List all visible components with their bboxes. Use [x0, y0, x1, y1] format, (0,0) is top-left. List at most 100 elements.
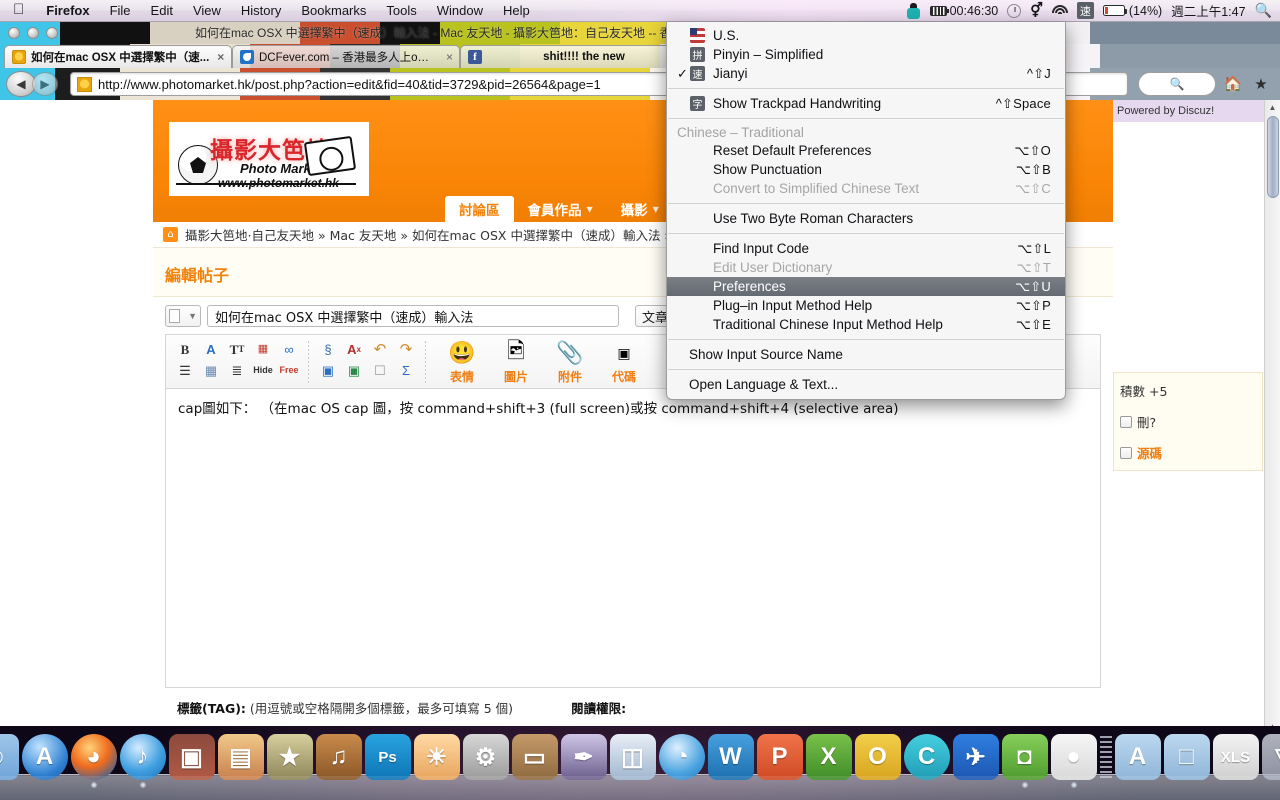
minimize-button[interactable]	[27, 27, 39, 39]
dock-icon-keynote[interactable]: ▭	[512, 734, 558, 780]
scroll-down-arrow[interactable]: ▲	[1265, 719, 1280, 726]
undo-icon[interactable]: ↶	[369, 340, 391, 359]
dock-icon-firefox[interactable]: ◕	[71, 734, 117, 780]
battery-time-status[interactable]: 00:46:30	[930, 4, 999, 18]
menu-item-pinyin-simplified[interactable]: 拼 Pinyin – Simplified	[667, 45, 1065, 64]
table-icon[interactable]: ▦	[200, 361, 222, 380]
bluetooth-icon[interactable]: ⚥	[1030, 2, 1043, 19]
bookmarks-star-icon[interactable]: ★	[1248, 71, 1274, 97]
formula-icon[interactable]: Σ	[395, 361, 417, 380]
site-logo[interactable]: 攝影大笆地 Photo Market www.photomarket.hk	[169, 122, 369, 196]
dock-icon-qq[interactable]: ●	[1051, 734, 1097, 780]
menu-item-open-language-and-text[interactable]: Open Language & Text...	[667, 375, 1065, 394]
menu-firefox[interactable]: Firefox	[36, 0, 99, 22]
dock-icon-garageband[interactable]: ♫	[316, 734, 362, 780]
remove-format-icon[interactable]: Ax	[343, 340, 365, 359]
dock-icon-photo-booth[interactable]: ▣	[169, 734, 215, 780]
menu-item-find-input-code[interactable]: Find Input Code ⌥⇧L	[667, 239, 1065, 258]
dock-icon-pages[interactable]: ✒	[561, 734, 607, 780]
dock-icon-transmit[interactable]: ✈	[953, 734, 999, 780]
scrollbar-thumb[interactable]	[1267, 116, 1279, 198]
redo-icon[interactable]: ↷	[395, 340, 417, 359]
menu-window[interactable]: Window	[427, 0, 493, 22]
insert-code-button[interactable]: ▣ 代碼	[602, 339, 646, 385]
close-button[interactable]	[8, 27, 20, 39]
insert-smiley-button[interactable]: 😃 表情	[440, 339, 484, 385]
close-tab-icon[interactable]: ×	[446, 50, 453, 64]
menu-file[interactable]: File	[100, 0, 141, 22]
nav-tab-member-works[interactable]: 會員作品 ▼	[514, 196, 607, 222]
insert-image-button[interactable]: 🖻 圖片	[494, 339, 538, 385]
subject-input[interactable]: 如何在mac OSX 中選擇繁中（速成）輸入法	[207, 305, 619, 327]
delete-checkbox[interactable]	[1120, 416, 1132, 428]
menu-tools[interactable]: Tools	[376, 0, 426, 22]
menu-item-show-punctuation[interactable]: Show Punctuation ⌥⇧B	[667, 160, 1065, 179]
spellcheck-icon[interactable]: §	[317, 340, 339, 359]
menu-item-use-two-byte-roman[interactable]: Use Two Byte Roman Characters	[667, 209, 1065, 228]
dock-icon-documents-folder[interactable]: □	[1164, 734, 1210, 780]
nav-tab-photography[interactable]: 攝影 ▼	[607, 196, 673, 222]
home-icon[interactable]: 🏠	[1220, 71, 1246, 97]
dock-icon-adium[interactable]: ◘	[1002, 734, 1048, 780]
dock-icon-trash[interactable]: ▽	[1262, 734, 1280, 780]
dock-icon-iphoto[interactable]: ▤	[218, 734, 264, 780]
dock-icon-openoffice[interactable]: ◔	[659, 734, 705, 780]
font-size-icon[interactable]: TT	[226, 340, 248, 359]
home-icon[interactable]: ⌂	[163, 227, 178, 242]
browser-tab-3[interactable]: f shit!!!! the new	[460, 45, 688, 68]
insert-flash-icon[interactable]: ▣	[343, 361, 365, 380]
dock-icon-numbers[interactable]: ◫	[610, 734, 656, 780]
browser-tab-1[interactable]: 如何在mac OSX 中選擇繁中（速... ×	[4, 45, 232, 68]
menu-item-reset-default-preferences[interactable]: Reset Default Preferences ⌥⇧O	[667, 141, 1065, 160]
menu-edit[interactable]: Edit	[141, 0, 183, 22]
menu-history[interactable]: History	[231, 0, 291, 22]
dock-icon-system-preferences[interactable]: ⚙	[463, 734, 509, 780]
forward-arrow-icon[interactable]: ▶	[32, 72, 58, 96]
menu-bookmarks[interactable]: Bookmarks	[291, 0, 376, 22]
source-checkbox-row[interactable]: 源碼	[1120, 443, 1256, 462]
delete-checkbox-row[interactable]: 刪?	[1120, 412, 1256, 431]
dock-icon-ms-outlook[interactable]: O	[855, 734, 901, 780]
list-icon[interactable]: ≣	[226, 361, 248, 380]
scroll-up-arrow[interactable]: ▲	[1265, 100, 1280, 115]
hide-tag-icon[interactable]: Hide	[252, 361, 274, 380]
dock-icon-finder[interactable]: ☺	[0, 734, 19, 780]
menu-item-jianyi[interactable]: ✓ 速 Jianyi ^⇧J	[667, 64, 1065, 83]
dock-icon-cyberduck[interactable]: C	[904, 734, 950, 780]
menu-item-plugin-input-method-help[interactable]: Plug–in Input Method Help ⌥⇧P	[667, 296, 1065, 315]
post-icon-select[interactable]: ▼	[165, 305, 201, 327]
dock-icon-applications-folder[interactable]: A	[1115, 734, 1161, 780]
menu-item-show-input-source-name[interactable]: Show Input Source Name	[667, 345, 1065, 364]
menu-help[interactable]: Help	[493, 0, 540, 22]
menu-item-preferences[interactable]: Preferences ⌥⇧U	[667, 277, 1065, 296]
search-input[interactable]: 🔍	[1138, 72, 1216, 96]
insert-image-link-icon[interactable]: ▣	[317, 361, 339, 380]
dock-icon-photoshop[interactable]: Ps	[365, 734, 411, 780]
dock-icon-xls-document[interactable]: XLS	[1213, 734, 1259, 780]
new-page-icon[interactable]: ☐	[369, 361, 391, 380]
menubar-clock[interactable]: 週二上午1:47	[1171, 1, 1245, 20]
window-traffic-lights[interactable]	[8, 27, 58, 39]
nav-tab-discussion[interactable]: 討論區	[445, 196, 514, 222]
browser-tab-2[interactable]: DCFever.com – 香港最多人上o咗... ×	[232, 45, 460, 68]
dock-icon-ms-powerpoint[interactable]: P	[757, 734, 803, 780]
source-checkbox[interactable]	[1120, 447, 1132, 459]
dock-icon-preview[interactable]: ☀	[414, 734, 460, 780]
input-method-icon[interactable]: 速	[1077, 2, 1094, 19]
insert-attachment-button[interactable]: 📎 附件	[548, 339, 592, 385]
zoom-button[interactable]	[46, 27, 58, 39]
dock-icon-imovie[interactable]: ★	[267, 734, 313, 780]
close-tab-icon[interactable]: ×	[217, 50, 224, 64]
align-left-icon[interactable]: ☰	[174, 361, 196, 380]
breadcrumb-trail[interactable]: 攝影大笆地·自己友天地 » Mac 友天地 » 如何在mac OSX 中選擇繁中…	[185, 225, 689, 244]
apple-logo-icon[interactable]: 	[0, 0, 36, 22]
text-color-icon[interactable]: A	[200, 340, 222, 359]
battery-percent-status[interactable]: (14%)	[1103, 4, 1162, 18]
dock-icon-app-store[interactable]: A	[22, 734, 68, 780]
time-machine-icon[interactable]	[1007, 4, 1021, 18]
menu-item-us[interactable]: U.S.	[667, 26, 1065, 45]
post-body-textarea[interactable]: cap圖如下： （在mac OS cap 圖，按 command+shift+3…	[165, 388, 1101, 688]
free-tag-icon[interactable]: Free	[278, 361, 300, 380]
dock-icon-ms-word[interactable]: W	[708, 734, 754, 780]
dock-icon-ms-excel[interactable]: X	[806, 734, 852, 780]
